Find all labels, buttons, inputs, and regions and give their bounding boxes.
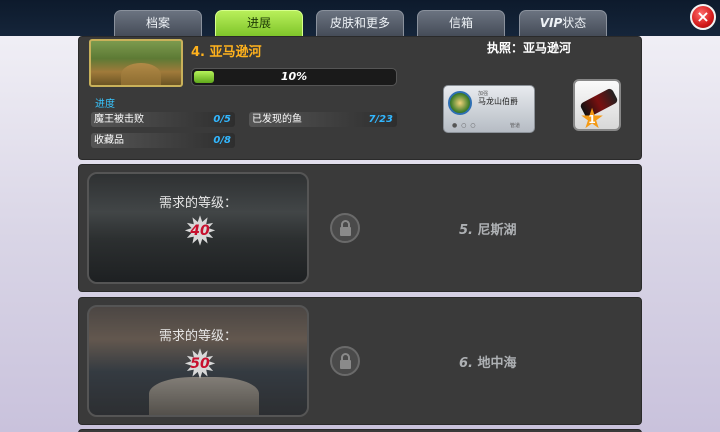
locked-location-panel[interactable]: 需求的等级： ✹ 50 6. 地中海 — [78, 297, 642, 425]
card-name: 马龙山伯爵 — [478, 97, 518, 106]
stat-label: 收藏品 — [94, 135, 124, 146]
location-thumbnail: 需求的等级： ✹ 50 — [87, 305, 309, 417]
license-label: 执照：亚马逊河 — [487, 41, 572, 55]
progress-text: 10% — [280, 70, 308, 83]
location-label: 地中海 — [477, 356, 517, 371]
location-label: 尼斯湖 — [477, 223, 517, 238]
location-thumbnail[interactable] — [89, 39, 183, 87]
tab-skins[interactable]: 皮肤和更多 — [316, 10, 404, 36]
stat-value: 0/8 — [213, 135, 231, 146]
stat-value: 7/23 — [368, 114, 393, 125]
stat-collectibles: 收藏品 0/8 — [91, 133, 235, 148]
stat-fish-discovered: 已发现的鱼 7/23 — [249, 112, 397, 127]
locked-location-panel[interactable]: 需求的等级： ✹ 40 5. 尼斯湖 — [78, 164, 642, 292]
stat-label: 魔王被击败 — [94, 114, 144, 125]
location-thumbnail: 需求的等级： ✹ 40 — [87, 172, 309, 284]
avatar — [448, 91, 472, 115]
location-number: 6. — [459, 356, 473, 371]
river-shape — [121, 63, 161, 85]
lock-body — [340, 227, 351, 236]
vip-label: VIP — [539, 16, 563, 30]
stat-value: 0/5 — [213, 114, 231, 125]
location-name: 5. 尼斯湖 — [459, 219, 517, 238]
badge-count: 1 — [588, 113, 596, 126]
tab-profile[interactable]: 档案 — [114, 10, 202, 36]
required-level-value: 40 — [190, 223, 210, 239]
lock-icon — [330, 346, 360, 376]
vip-status-label: 状态 — [562, 16, 587, 30]
license-card[interactable]: 加强 马龙山伯爵 ● ○ ○ 管道 — [443, 85, 535, 133]
tab-progress[interactable]: 进展 — [215, 10, 303, 36]
fishing-rod-button[interactable]: ★ 1 — [573, 79, 621, 133]
required-level-value: 50 — [190, 356, 210, 372]
tab-vip[interactable]: VIP状态 — [519, 10, 607, 36]
progress-section-label: 进度 — [95, 99, 115, 110]
location-number: 5. — [459, 223, 473, 238]
tab-mailbox[interactable]: 信箱 — [417, 10, 505, 36]
location-name: 6. 地中海 — [459, 352, 517, 371]
progress-bar: 10% — [191, 68, 397, 86]
current-location-panel: 4. 亚马逊河 10% 进度 魔王被击败 0/5 已发现的鱼 7/23 收藏品 … — [78, 36, 642, 160]
location-title: 4. 亚马逊河 — [191, 45, 262, 60]
lock-body — [340, 360, 351, 369]
stat-bosses-defeated: 魔王被击败 0/5 — [91, 112, 235, 127]
lock-icon — [330, 213, 360, 243]
card-more: 管道 — [510, 123, 521, 129]
page-dots: ● ○ ○ — [452, 122, 477, 129]
stat-label: 已发现的鱼 — [252, 114, 302, 125]
close-icon[interactable]: × — [690, 4, 716, 30]
top-bar: 档案 进展 皮肤和更多 信箱 VIP状态 × — [0, 0, 720, 36]
